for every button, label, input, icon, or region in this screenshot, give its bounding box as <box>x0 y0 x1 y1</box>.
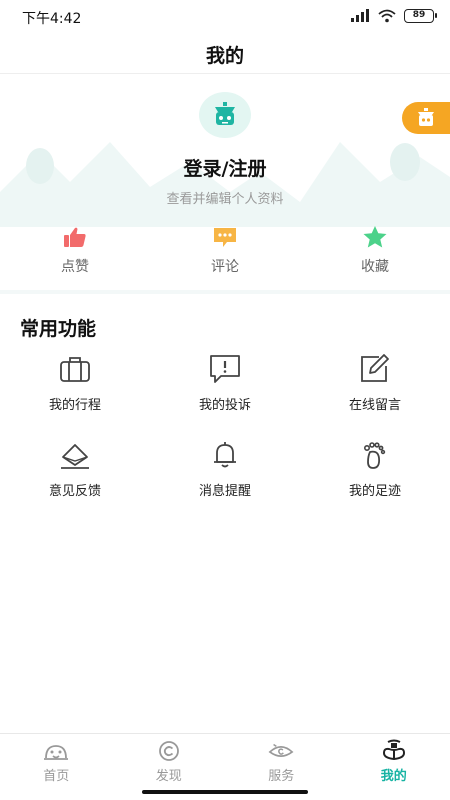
profile-icon <box>381 739 407 763</box>
nav-label: 我的 <box>380 769 407 784</box>
comment-icon <box>212 224 238 250</box>
nav-discover[interactable]: 发现 <box>113 734 226 787</box>
stat-label: 点赞 <box>61 259 89 275</box>
nav-service[interactable]: 服务 <box>225 734 338 787</box>
function-label: 我的足迹 <box>348 484 401 499</box>
function-label: 我的投诉 <box>198 398 251 413</box>
discover-icon <box>156 739 182 763</box>
star-icon <box>362 224 388 250</box>
function-my-complaints[interactable]: 我的投诉 <box>150 352 300 438</box>
signal-icon <box>351 9 369 22</box>
profile-subtitle: 查看并编辑个人资料 <box>166 192 284 207</box>
section-divider <box>0 290 450 294</box>
functions-grid: 我的行程 我的投诉 在线留言 意见反馈 消息提醒 我的足迹 <box>0 352 450 524</box>
thumbs-up-icon <box>62 224 88 250</box>
stats-row: 点赞 评论 收藏 <box>0 224 450 280</box>
login-register-link[interactable]: 登录/注册 <box>0 154 450 181</box>
function-online-message[interactable]: 在线留言 <box>300 352 450 438</box>
service-icon <box>268 739 294 763</box>
stat-comments[interactable]: 评论 <box>150 224 300 280</box>
function-footprints[interactable]: 我的足迹 <box>300 438 450 524</box>
status-time: 下午4:42 <box>22 11 82 27</box>
stat-label: 收藏 <box>361 259 389 275</box>
footprint-icon <box>358 438 392 472</box>
feedback-icon <box>58 438 92 472</box>
function-label: 我的行程 <box>48 398 101 413</box>
edit-icon <box>358 352 392 386</box>
battery-indicator: 89 <box>404 9 437 23</box>
bell-icon <box>208 438 242 472</box>
status-bar: 下午4:42 89 <box>0 0 450 34</box>
page-title: 我的 <box>205 45 244 67</box>
stat-label: 评论 <box>211 259 239 275</box>
nav-label: 服务 <box>268 769 295 784</box>
home-indicator[interactable] <box>142 790 308 794</box>
nav-home[interactable]: 首页 <box>0 734 113 787</box>
status-icons: 89 <box>350 9 437 23</box>
stat-likes[interactable]: 点赞 <box>0 224 150 280</box>
nav-label: 发现 <box>155 769 182 784</box>
suitcase-icon <box>58 352 92 386</box>
nav-label: 首页 <box>43 769 70 784</box>
function-label: 消息提醒 <box>198 484 251 499</box>
function-label: 在线留言 <box>348 398 401 413</box>
robot-icon <box>418 108 434 126</box>
function-notifications[interactable]: 消息提醒 <box>150 438 300 524</box>
wifi-icon <box>378 9 396 23</box>
avatar[interactable] <box>199 92 251 138</box>
robot-avatar-icon <box>215 102 235 125</box>
profile-section: 登录/注册 查看并编辑个人资料 点赞 评论 收藏 <box>0 74 450 292</box>
function-my-trips[interactable]: 我的行程 <box>0 352 150 438</box>
function-feedback[interactable]: 意见反馈 <box>0 438 150 524</box>
home-icon <box>43 739 69 763</box>
nav-profile[interactable]: 我的 <box>338 734 450 787</box>
page-header: 我的 <box>0 34 450 74</box>
complaint-icon <box>208 352 242 386</box>
section-title: 常用功能 <box>20 318 97 340</box>
floating-assistant-button[interactable] <box>402 102 450 134</box>
function-label: 意见反馈 <box>48 484 101 499</box>
bottom-nav: 首页 发现 服务 我的 <box>0 733 450 787</box>
stat-favorites[interactable]: 收藏 <box>300 224 450 280</box>
